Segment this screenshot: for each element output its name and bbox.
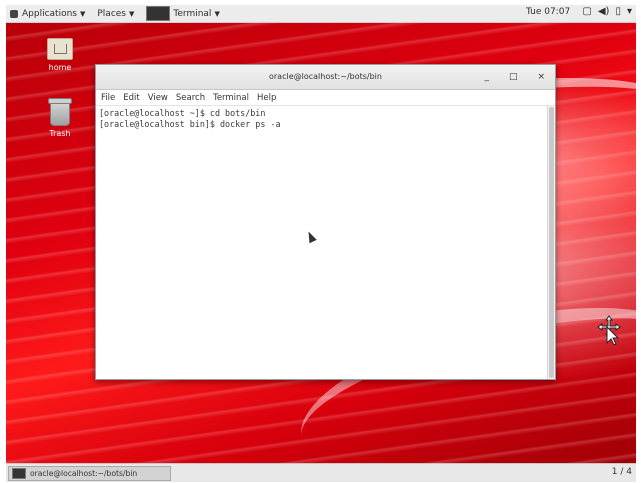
scrollbar-thumb[interactable]	[549, 107, 554, 378]
terminal-icon	[12, 467, 26, 479]
desktop-icon-label: Trash	[49, 129, 71, 138]
menu-help[interactable]: Help	[257, 93, 276, 103]
display-icon[interactable]: ▢	[582, 6, 591, 17]
close-button[interactable]: ×	[537, 65, 545, 89]
places-menu[interactable]: Places ▼	[97, 9, 134, 19]
chevron-down-icon[interactable]: ▾	[627, 6, 632, 17]
chevron-down-icon: ▼	[214, 9, 220, 18]
terminal-icon	[146, 6, 171, 21]
chevron-down-icon: ▼	[129, 9, 135, 18]
home-folder-icon	[47, 38, 73, 60]
workspace-indicator[interactable]: 1 / 4	[612, 467, 632, 477]
taskbar-window-label: oracle@localhost:~/bots/bin	[30, 468, 138, 478]
desktop-icon-home[interactable]: home	[38, 38, 82, 72]
window-controls: _ □ ×	[484, 65, 545, 89]
menu-edit[interactable]: Edit	[123, 93, 139, 103]
bottom-panel: oracle@localhost:~/bots/bin 1 / 4	[6, 463, 636, 482]
applications-icon	[10, 9, 18, 18]
terminal-app-menu[interactable]: Terminal ▼	[146, 6, 220, 21]
menu-search[interactable]: Search	[176, 93, 205, 103]
terminal-line: [oracle@localhost bin]$ docker ps -a	[99, 119, 281, 129]
terminal-label: Terminal	[173, 8, 212, 19]
scrollbar[interactable]	[547, 106, 555, 379]
volume-icon[interactable]: ◀)	[598, 6, 610, 17]
desktop-icon-trash[interactable]: Trash	[38, 98, 82, 138]
move-cursor-icon	[597, 315, 621, 345]
top-panel: Applications ▼ Places ▼ Terminal ▼ Tue 0…	[6, 5, 636, 23]
terminal-line: [oracle@localhost ~]$ cd bots/bin	[99, 108, 266, 118]
menu-view[interactable]: View	[148, 93, 168, 103]
menu-terminal[interactable]: Terminal	[213, 93, 249, 103]
minimize-button[interactable]: _	[484, 65, 489, 89]
applications-label: Applications	[22, 8, 77, 19]
terminal-window[interactable]: oracle@localhost:~/bots/bin _ □ × File E…	[95, 64, 556, 380]
places-label: Places	[97, 8, 126, 19]
menu-bar: File Edit View Search Terminal Help	[96, 90, 555, 106]
trash-icon	[48, 98, 72, 126]
applications-menu[interactable]: Applications ▼	[6, 9, 85, 19]
maximize-button[interactable]: □	[509, 65, 518, 89]
chevron-down-icon: ▼	[79, 9, 86, 18]
system-tray[interactable]: ▢ ◀) ▯ ▾	[582, 6, 632, 17]
terminal-output[interactable]: [oracle@localhost ~]$ cd bots/bin [oracl…	[96, 106, 547, 379]
clock[interactable]: Tue 07:07	[526, 7, 570, 17]
menu-file[interactable]: File	[101, 93, 115, 103]
battery-icon[interactable]: ▯	[615, 6, 621, 17]
taskbar-window-button[interactable]: oracle@localhost:~/bots/bin	[8, 465, 171, 481]
desktop-icon-label: home	[48, 63, 72, 72]
window-title: oracle@localhost:~/bots/bin	[269, 72, 382, 81]
window-titlebar[interactable]: oracle@localhost:~/bots/bin _ □ ×	[96, 65, 555, 90]
